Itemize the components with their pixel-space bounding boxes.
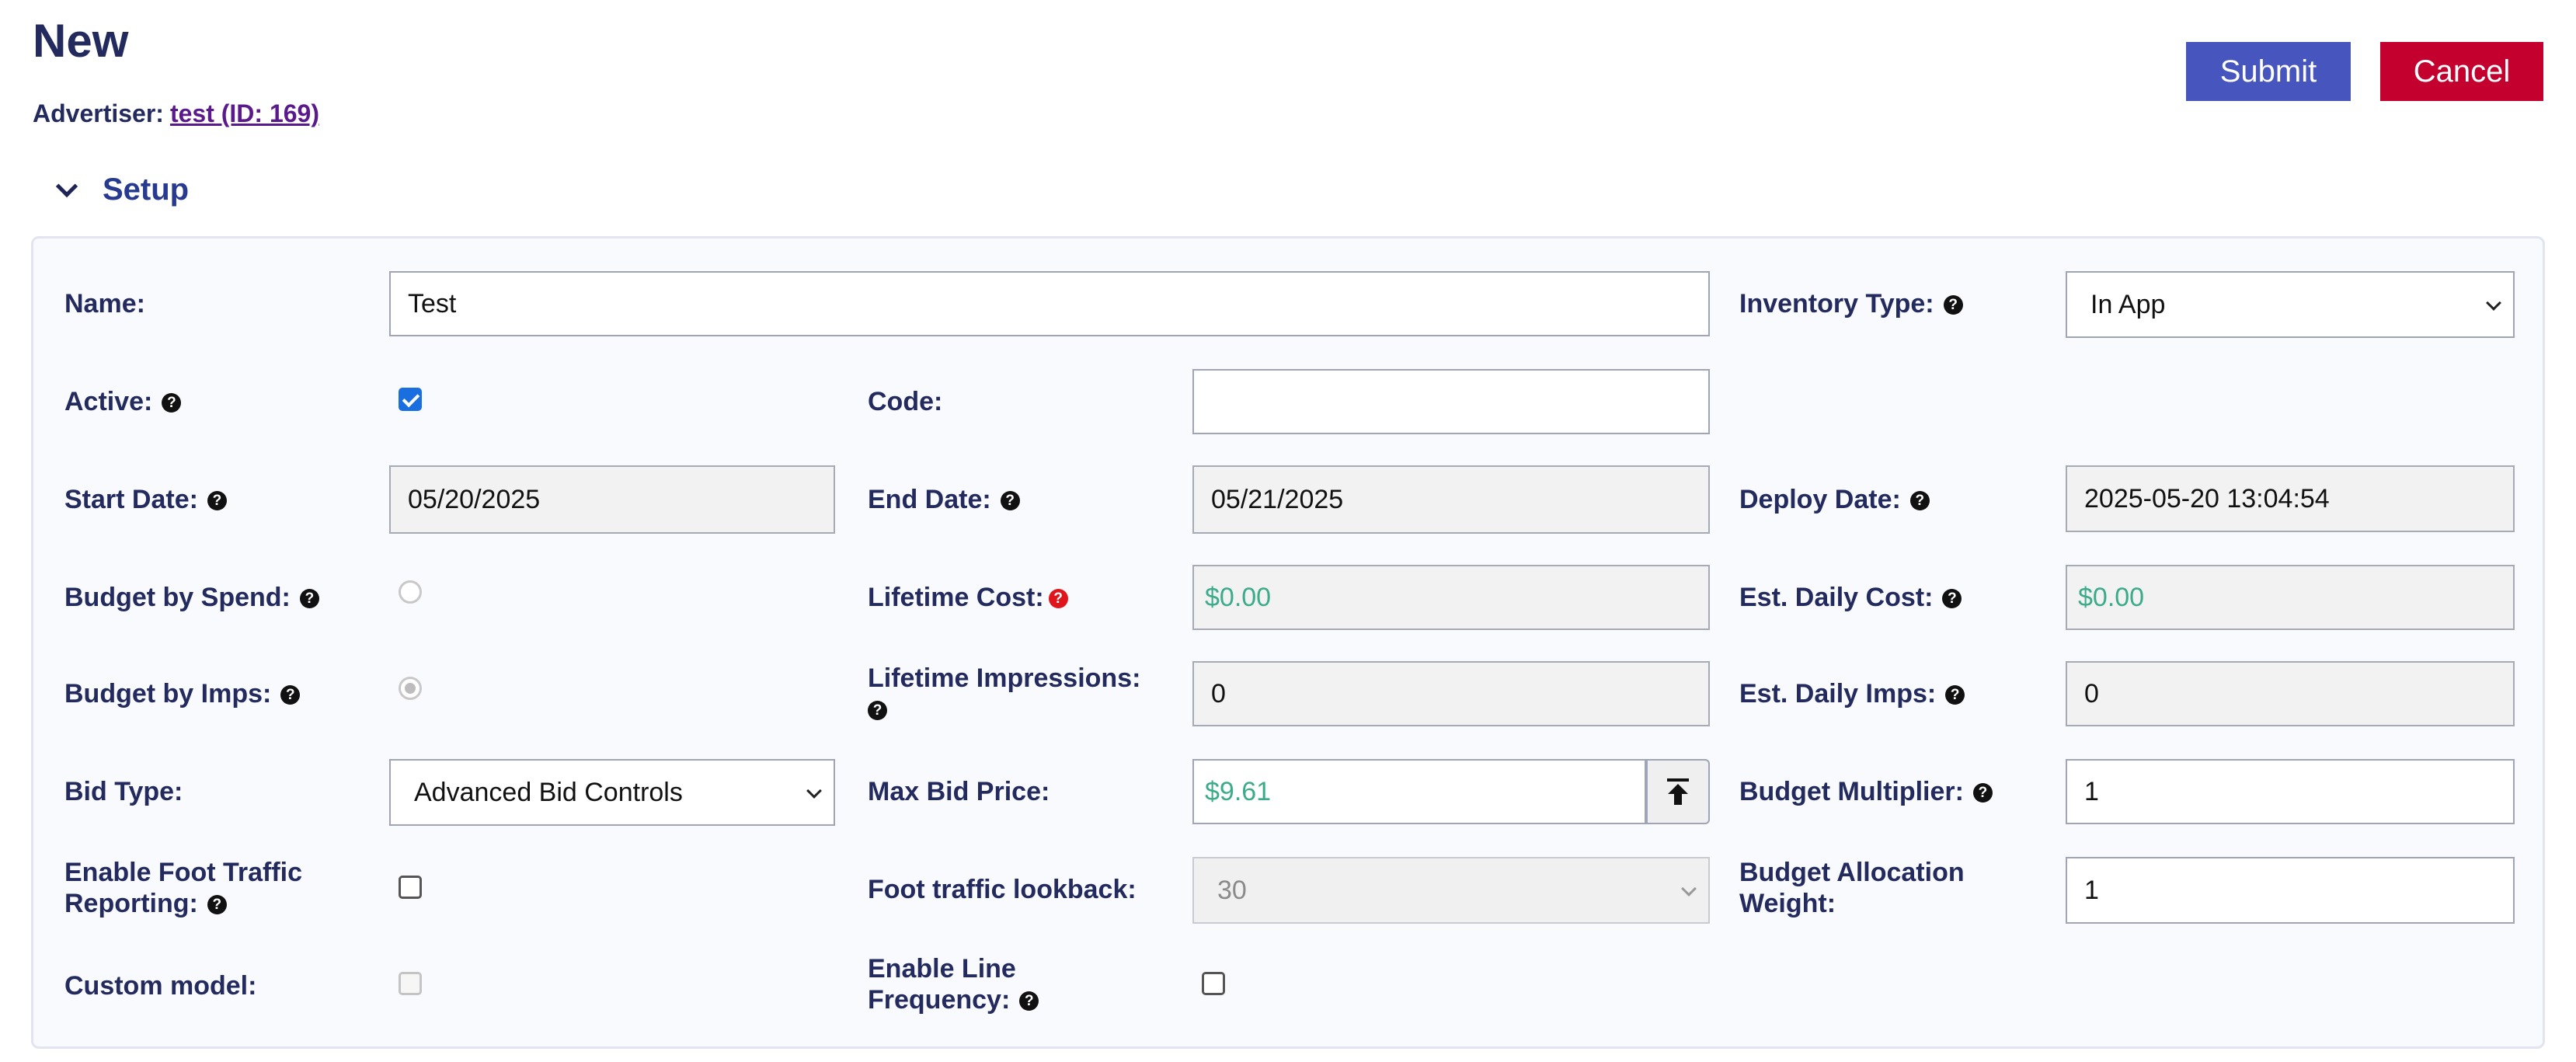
lifetime-cost-label-text: Lifetime Cost:	[868, 583, 1044, 612]
start-date-label: Start Date:?	[64, 484, 227, 515]
est-daily-imps-label: Est. Daily Imps:?	[1739, 678, 1965, 709]
help-icon[interactable]: ?	[1972, 783, 1993, 803]
upload-max-bid-button[interactable]	[1646, 759, 1710, 824]
bid-type-value: Advanced Bid Controls	[414, 777, 683, 807]
help-icon[interactable]: ?	[1942, 589, 1962, 608]
est-daily-imps-input: 0	[2066, 661, 2515, 726]
inventory-type-label-text: Inventory Type:	[1739, 289, 1934, 319]
budget-allocation-weight-label-line2: Weight:	[1739, 889, 1836, 918]
help-icon[interactable]: ?	[280, 685, 301, 705]
custom-model-checkbox	[399, 972, 422, 995]
code-label: Code:	[868, 387, 943, 416]
foot-traffic-lookback-label: Foot traffic lookback:	[868, 875, 1137, 904]
end-date-label: End Date:?	[868, 484, 1020, 515]
bid-type-label: Bid Type:	[64, 777, 183, 806]
advertiser-line: Advertiser: test (ID: 169)	[33, 99, 319, 128]
help-icon[interactable]: ?	[1909, 491, 1930, 510]
deploy-date-label: Deploy Date:?	[1739, 484, 1930, 515]
est-daily-cost-input: $0.00	[2066, 565, 2515, 630]
setup-panel: Name: Test Inventory Type:? In App Activ…	[31, 236, 2545, 1049]
code-input[interactable]	[1192, 369, 1710, 434]
inventory-type-value: In App	[2090, 289, 2166, 319]
advertiser-label: Advertiser:	[33, 99, 164, 127]
deploy-date-label-text: Deploy Date:	[1739, 485, 1901, 514]
foot-traffic-label-line1: Enable Foot Traffic	[64, 858, 303, 887]
budget-allocation-weight-label: Budget Allocation Weight:	[1739, 857, 1965, 919]
start-date-label-text: Start Date:	[64, 485, 198, 514]
help-icon[interactable]: ?	[1943, 295, 1963, 315]
help-icon[interactable]: ?	[207, 491, 227, 510]
help-icon[interactable]: ?	[1000, 491, 1020, 510]
budget-by-imps-label: Budget by Imps:?	[64, 678, 301, 709]
max-bid-price-input[interactable]: $9.61	[1192, 759, 1646, 824]
lifetime-impressions-label: Lifetime Impressions:?	[868, 663, 1140, 725]
lifetime-impressions-input[interactable]: 0	[1192, 661, 1710, 726]
inventory-type-select[interactable]: In App	[2066, 271, 2515, 338]
active-checkbox[interactable]	[399, 388, 422, 411]
active-label-text: Active:	[64, 387, 153, 416]
name-input[interactable]: Test	[389, 271, 1710, 336]
help-icon[interactable]: ?	[1048, 589, 1068, 608]
bid-type-select[interactable]: Advanced Bid Controls	[389, 759, 835, 826]
cancel-button[interactable]: Cancel	[2380, 42, 2543, 101]
chevron-down-icon	[2486, 295, 2501, 311]
budget-multiplier-label: Budget Multiplier:?	[1739, 776, 1993, 807]
line-frequency-checkbox[interactable]	[1202, 972, 1225, 995]
lifetime-cost-input: $0.00	[1192, 565, 1710, 630]
budget-allocation-weight-label-line1: Budget Allocation	[1739, 858, 1965, 887]
setup-section-toggle[interactable]: Setup	[55, 172, 190, 207]
custom-model-label: Custom model:	[64, 971, 257, 1001]
deploy-date-input: 2025-05-20 13:04:54	[2066, 465, 2515, 532]
submit-button[interactable]: Submit	[2186, 42, 2351, 101]
foot-traffic-lookback-value: 30	[1217, 875, 1247, 905]
start-date-input[interactable]: 05/20/2025	[389, 465, 835, 534]
est-daily-cost-label: Est. Daily Cost:?	[1739, 582, 1962, 613]
budget-by-imps-radio[interactable]	[399, 677, 422, 700]
budget-allocation-weight-input[interactable]: 1	[2066, 857, 2515, 924]
chevron-down-icon	[806, 783, 822, 799]
budget-by-spend-label-text: Budget by Spend:	[64, 583, 291, 612]
foot-traffic-checkbox[interactable]	[399, 876, 422, 899]
est-daily-cost-label-text: Est. Daily Cost:	[1739, 583, 1934, 612]
help-icon[interactable]: ?	[868, 701, 887, 720]
est-daily-imps-label-text: Est. Daily Imps:	[1739, 679, 1937, 709]
line-frequency-label: Enable Line Frequency:?	[868, 953, 1039, 1015]
active-label: Active:?	[64, 386, 182, 417]
help-icon[interactable]: ?	[162, 393, 182, 413]
budget-multiplier-label-text: Budget Multiplier:	[1739, 777, 1964, 806]
help-icon[interactable]: ?	[207, 895, 227, 914]
page-title: New	[33, 15, 129, 67]
line-frequency-label-line1: Enable Line	[868, 954, 1016, 984]
name-label: Name:	[64, 289, 145, 319]
section-title: Setup	[103, 172, 190, 207]
max-bid-price-label: Max Bid Price:	[868, 777, 1050, 806]
budget-by-imps-label-text: Budget by Imps:	[64, 679, 272, 709]
budget-by-spend-label: Budget by Spend:?	[64, 582, 319, 613]
advertiser-link[interactable]: test (ID: 169)	[170, 99, 319, 127]
foot-traffic-label: Enable Foot Traffic Reporting:?	[64, 857, 302, 919]
help-icon[interactable]: ?	[1945, 685, 1965, 705]
line-frequency-label-line2: Frequency:	[868, 985, 1011, 1015]
chevron-down-icon	[55, 175, 78, 197]
lifetime-impressions-label-text: Lifetime Impressions:	[868, 663, 1141, 693]
end-date-input[interactable]: 05/21/2025	[1192, 465, 1710, 534]
chevron-down-icon	[1681, 881, 1697, 897]
foot-traffic-label-line2: Reporting:	[64, 889, 198, 918]
inventory-type-label: Inventory Type:?	[1739, 288, 1963, 319]
budget-multiplier-input[interactable]: 1	[2066, 759, 2515, 824]
foot-traffic-lookback-select: 30	[1192, 857, 1710, 924]
lifetime-cost-label: Lifetime Cost:?	[868, 582, 1068, 613]
help-icon[interactable]: ?	[299, 589, 319, 608]
arrow-up-to-line-icon	[1667, 778, 1689, 805]
budget-by-spend-radio[interactable]	[399, 580, 422, 604]
end-date-label-text: End Date:	[868, 485, 991, 514]
help-icon[interactable]: ?	[1019, 991, 1039, 1011]
